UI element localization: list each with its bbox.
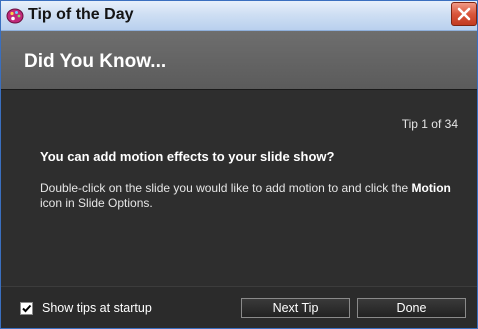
show-tips-checkbox[interactable] xyxy=(20,302,33,315)
dialog-header: Did You Know... xyxy=(1,31,477,89)
tip-body-bold: Motion xyxy=(411,181,451,195)
tip-body-text: Double-click on the slide you would like… xyxy=(40,181,412,195)
done-button[interactable]: Done xyxy=(357,298,466,318)
tip-counter: Tip 1 of 34 xyxy=(401,117,458,131)
tip-of-the-day-dialog: Tip of the Day Did You Know... Tip 1 of … xyxy=(0,0,478,329)
show-tips-label[interactable]: Show tips at startup xyxy=(42,301,152,315)
tip-content: Tip 1 of 34 You can add motion effects t… xyxy=(1,89,477,287)
dialog-footer: Show tips at startup Next Tip Done xyxy=(1,286,477,328)
title-bar[interactable]: Tip of the Day xyxy=(1,1,477,31)
tip-headline: You can add motion effects to your slide… xyxy=(40,149,335,164)
palette-icon xyxy=(6,7,24,25)
close-button[interactable] xyxy=(451,2,477,26)
tip-body: Double-click on the slide you would like… xyxy=(40,181,460,211)
next-tip-button[interactable]: Next Tip xyxy=(241,298,350,318)
tip-body-text-end: icon in Slide Options. xyxy=(40,196,153,210)
checkmark-icon xyxy=(22,304,32,313)
header-title: Did You Know... xyxy=(24,51,167,72)
close-icon xyxy=(457,7,471,21)
window-title: Tip of the Day xyxy=(28,6,134,23)
